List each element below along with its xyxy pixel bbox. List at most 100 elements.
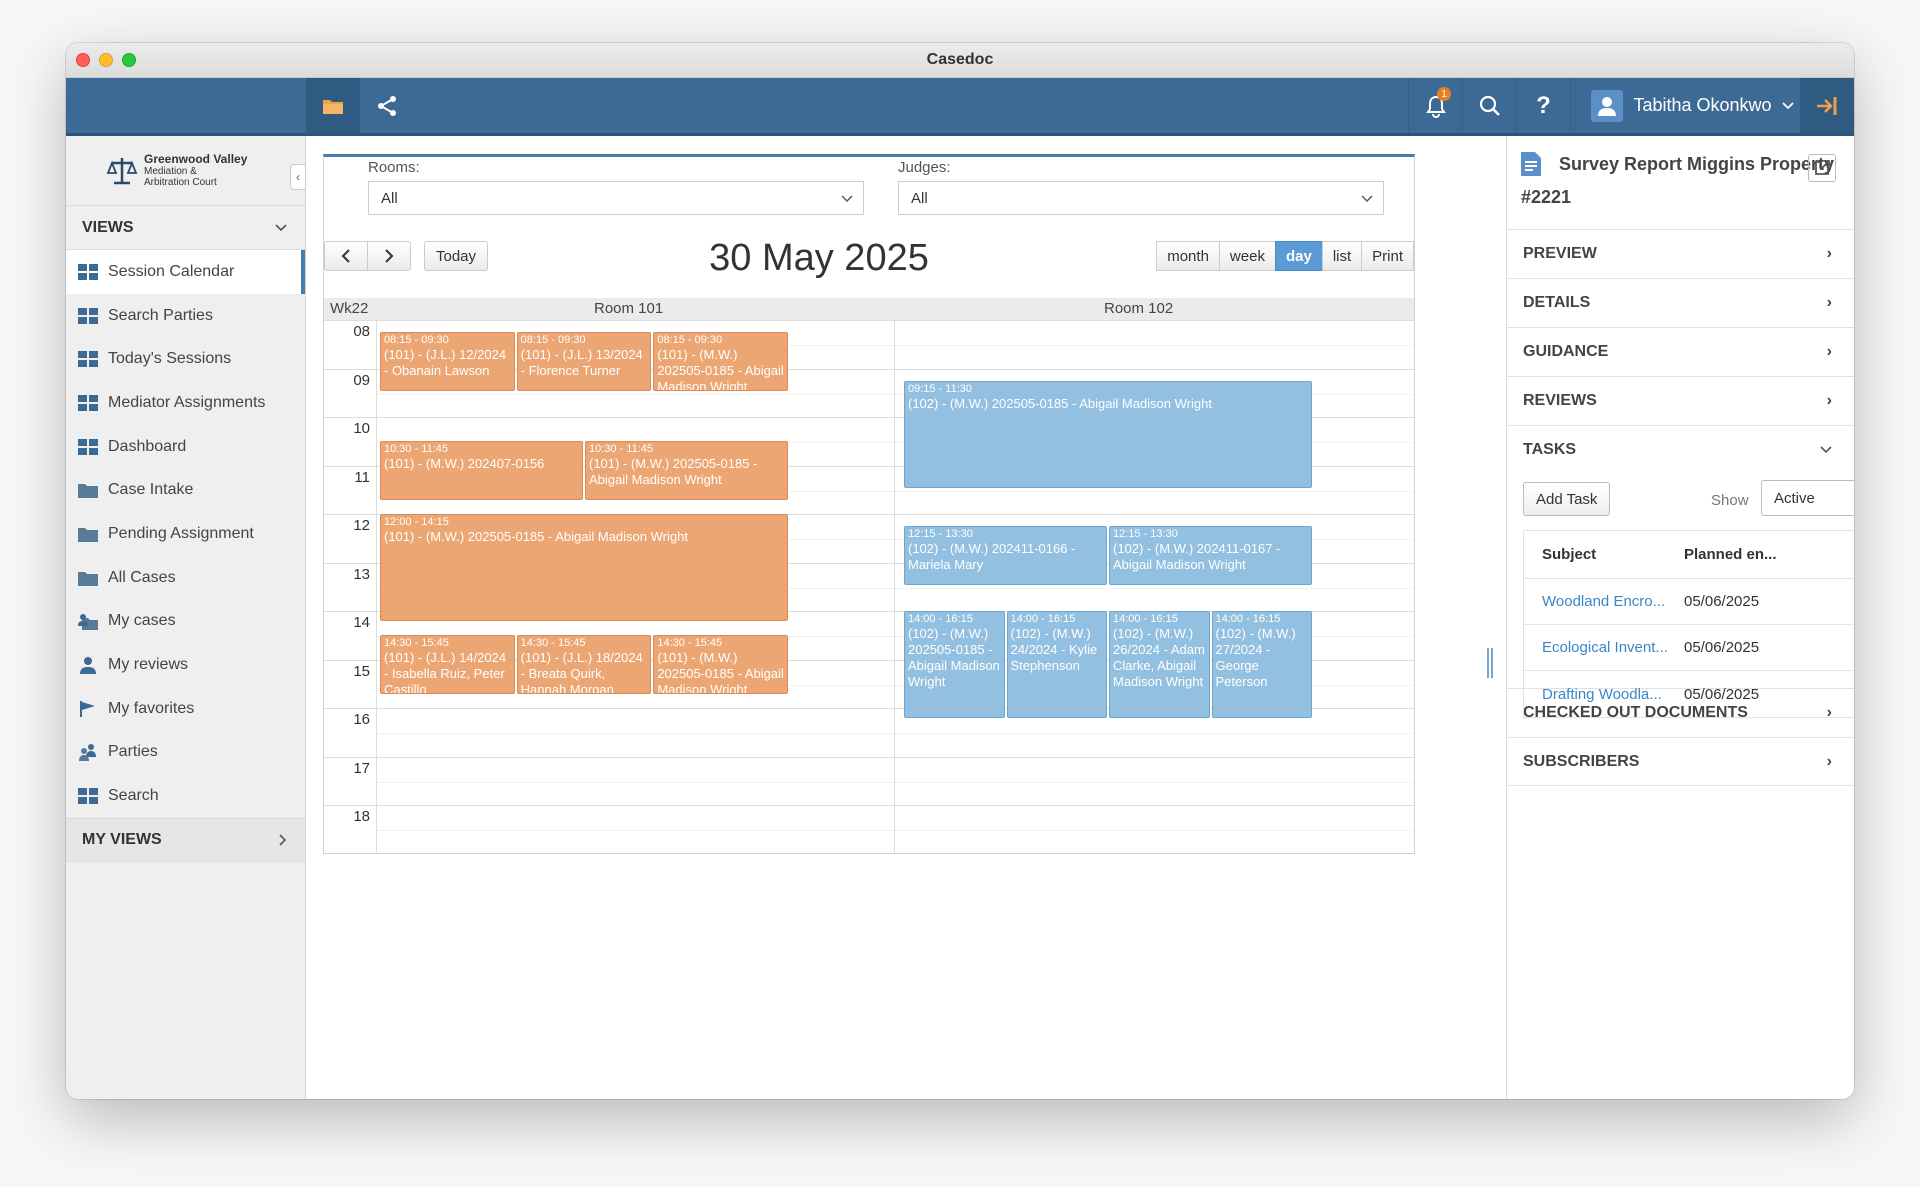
- hour-label: 15: [353, 662, 370, 680]
- table-row[interactable]: Woodland Encro...05/06/2025⋮: [1524, 579, 1854, 625]
- tasks-section[interactable]: TASKS: [1507, 425, 1854, 474]
- my-views-section-header[interactable]: MY VIEWS: [66, 817, 305, 862]
- sidebar-item-search[interactable]: Search: [66, 774, 305, 818]
- session-event[interactable]: 14:30 - 15:45 (101) - (J.L.) 14/2024 - Is…: [380, 635, 515, 694]
- close-window-button[interactable]: [76, 53, 90, 67]
- view-list-button[interactable]: list: [1321, 241, 1363, 271]
- search-button[interactable]: [1462, 78, 1516, 133]
- session-event[interactable]: 14:00 - 16:15 (102) - (M.W.) 202505-0185 …: [904, 611, 1005, 719]
- session-event[interactable]: 14:00 - 16:15 (102) - (M.W.) 27/2024 - Ge…: [1211, 611, 1312, 719]
- logout-button[interactable]: [1800, 78, 1854, 133]
- tasks-table-header: Subject Planned en...: [1524, 531, 1854, 579]
- judges-select[interactable]: All: [898, 181, 1384, 215]
- sidebar-item-mediator-assignments[interactable]: Mediator Assignments: [66, 381, 305, 425]
- session-event[interactable]: 12:15 - 13:30 (102) - (M.W.) 202411-0166 …: [904, 526, 1107, 585]
- reviews-section[interactable]: REVIEWS ›: [1507, 376, 1854, 425]
- main-content: Rooms: All Judges: All Today 30 May 2025…: [307, 136, 1505, 1099]
- subscribers-section[interactable]: SUBSCRIBERS ›: [1507, 737, 1854, 786]
- details-section[interactable]: DETAILS ›: [1507, 278, 1854, 327]
- rooms-select[interactable]: All: [368, 181, 864, 215]
- folder-icon: [78, 569, 98, 587]
- sidebar-item-case-intake[interactable]: Case Intake: [66, 468, 305, 512]
- event-time: 14:00 - 16:15: [1113, 613, 1178, 625]
- session-event[interactable]: 08:15 - 09:30 (101) - (J.L.) 12/2024 - Ob…: [380, 332, 515, 391]
- event-time: 08:15 - 09:30: [657, 334, 723, 347]
- event-text: (102) - (M.W.) 202411-0166 - Mariela Mar…: [908, 541, 1076, 573]
- chevron-right-icon: [385, 249, 394, 263]
- table-row[interactable]: Drafting Woodla...05/06/2025⋮: [1524, 671, 1854, 717]
- folder-button[interactable]: [306, 78, 360, 133]
- avatar: [1591, 89, 1624, 122]
- column-subject[interactable]: Subject: [1524, 546, 1684, 563]
- sidebar-item-all-cases[interactable]: All Cases: [66, 556, 305, 600]
- judges-value: All: [911, 189, 928, 207]
- view-print-button[interactable]: Print: [1361, 241, 1414, 271]
- collapse-sidebar-button[interactable]: ‹: [290, 164, 306, 190]
- today-button[interactable]: Today: [424, 241, 488, 271]
- sidebar-item-my-cases[interactable]: My cases: [66, 600, 305, 644]
- event-time: 12:15 - 13:30: [1113, 528, 1178, 541]
- event-text: (101) - (M.W.) 202505-0185 - Abigail Mad…: [384, 529, 688, 544]
- chevron-right-icon: ›: [1826, 294, 1832, 311]
- session-event[interactable]: 09:15 - 11:30 (102) - (M.W.) 202505-0185 …: [904, 380, 1312, 488]
- task-subject-link[interactable]: Woodland Encro...: [1524, 593, 1684, 610]
- session-event[interactable]: 14:30 - 15:45 (101) - (M.W.) 202505-0185 …: [653, 635, 788, 694]
- session-event[interactable]: 08:15 - 09:30 (101) - (M.W.) 202505-0185 …: [653, 332, 788, 391]
- user-menu[interactable]: Tabitha Okonkwo: [1570, 78, 1800, 133]
- view-month-button[interactable]: month: [1156, 241, 1220, 271]
- session-event[interactable]: 10:30 - 11:45 (101) - (M.W.) 202505-0185 …: [585, 441, 788, 500]
- session-event[interactable]: 12:00 - 14:15 (101) - (M.W.) 202505-0185 …: [380, 514, 788, 622]
- tasks-body: Add Task Show Active Subject Planned en.…: [1507, 474, 1854, 718]
- event-text: (102) - (M.W.) 202505-0185 - Abigail Mad…: [908, 626, 1000, 689]
- sidebar: Greenwood Valley Mediation & Arbitration…: [66, 136, 306, 1099]
- table-row[interactable]: Ecological Invent...05/06/2025⋮: [1524, 625, 1854, 671]
- sidebar-item-session-calendar[interactable]: Session Calendar: [66, 250, 305, 294]
- notifications-button[interactable]: 1: [1408, 78, 1462, 133]
- task-subject-link[interactable]: Ecological Invent...: [1524, 639, 1684, 656]
- event-text: (102) - (M.W.) 24/2024 - Kylie Stephenso…: [1010, 626, 1098, 673]
- sidebar-item-label: Case Intake: [108, 481, 194, 499]
- event-text: (101) - (M.W.) 202505-0185 - Abigail Mad…: [589, 456, 758, 488]
- maximize-window-button[interactable]: [122, 53, 136, 67]
- preview-section[interactable]: PREVIEW ›: [1507, 229, 1854, 278]
- share-button[interactable]: [360, 78, 414, 133]
- sidebar-item-my-reviews[interactable]: My reviews: [66, 643, 305, 687]
- sidebar-item-pending-assignment[interactable]: Pending Assignment: [66, 512, 305, 556]
- session-event[interactable]: 14:30 - 15:45 (101) - (J.L.) 18/2024 - Br…: [516, 635, 652, 694]
- hour-row[interactable]: 18: [324, 805, 1414, 854]
- next-day-button[interactable]: [367, 241, 411, 271]
- hour-row[interactable]: 17: [324, 756, 1414, 806]
- guidance-section[interactable]: GUIDANCE ›: [1507, 327, 1854, 376]
- task-filter-select[interactable]: Active: [1761, 480, 1854, 516]
- reviews-label: REVIEWS: [1523, 392, 1597, 409]
- tasks-label: TASKS: [1523, 441, 1577, 458]
- session-event[interactable]: 08:15 - 09:30 (101) - (J.L.) 13/2024 - Fl…: [516, 332, 652, 391]
- session-event[interactable]: 10:30 - 11:45 (101) - (M.W.) 202407-0156: [380, 441, 583, 500]
- session-event[interactable]: 12:15 - 13:30 (102) - (M.W.) 202411-0167 …: [1109, 526, 1312, 585]
- add-task-button[interactable]: Add Task: [1523, 482, 1611, 516]
- event-time: 14:30 - 15:45: [657, 637, 723, 650]
- view-week-button[interactable]: week: [1218, 241, 1276, 271]
- sidebar-item-today-s-sessions[interactable]: Today's Sessions: [66, 337, 305, 381]
- panel-resize-handle[interactable]: [1487, 648, 1493, 678]
- views-section-header[interactable]: VIEWS: [66, 206, 305, 250]
- minimize-window-button[interactable]: [99, 53, 113, 67]
- help-button[interactable]: ?: [1516, 78, 1570, 133]
- session-event[interactable]: 14:00 - 16:15 (102) - (M.W.) 26/2024 - Ad…: [1109, 611, 1210, 719]
- task-subject-link[interactable]: Drafting Woodla...: [1524, 686, 1684, 703]
- view-day-button[interactable]: day: [1274, 241, 1323, 271]
- event-text: (102) - (M.W.) 202505-0185 - Abigail Mad…: [908, 395, 1212, 411]
- event-time: 14:00 - 16:15: [1215, 613, 1281, 625]
- session-event[interactable]: 14:00 - 16:15 (102) - (M.W.) 24/2024 - Ky…: [1006, 611, 1107, 719]
- column-planned-end[interactable]: Planned en...: [1684, 546, 1844, 563]
- sidebar-item-parties[interactable]: Parties: [66, 731, 305, 775]
- rooms-label: Rooms:: [368, 159, 420, 176]
- open-external-button[interactable]: [1808, 154, 1836, 182]
- logo-text: Greenwood Valley Mediation & Arbitration…: [144, 151, 248, 188]
- sidebar-item-search-parties[interactable]: Search Parties: [66, 294, 305, 338]
- sidebar-item-label: My cases: [108, 612, 176, 630]
- sidebar-item-my-favorites[interactable]: My favorites: [66, 687, 305, 731]
- previous-day-button[interactable]: [324, 241, 368, 271]
- window-title: Casedoc: [926, 51, 994, 68]
- sidebar-item-dashboard[interactable]: Dashboard: [66, 425, 305, 469]
